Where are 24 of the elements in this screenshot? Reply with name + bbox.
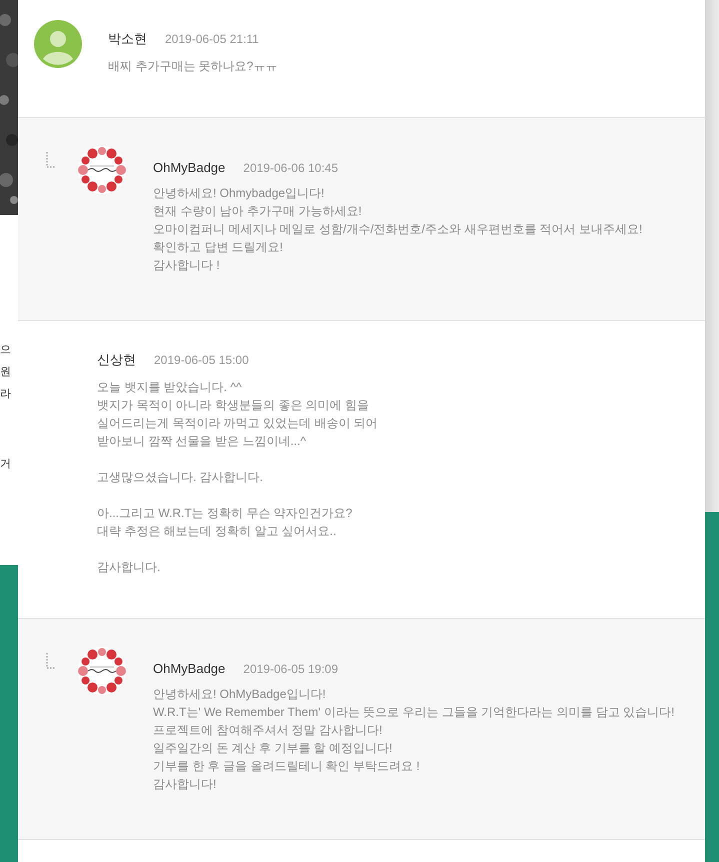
comment-date: 2019-06-05 19:09 [243,662,338,676]
wreath-avatar-icon [78,647,126,695]
author-name: OhMyBadge [153,661,226,676]
author-name: OhMyBadge [153,160,226,175]
comment-text: 감사합니다. [97,559,162,576]
cut-text: 거 [0,457,12,471]
cut-text: 원 [0,365,12,379]
cut-text: 으 [0,343,12,357]
author-name: 신상현 [97,351,136,369]
comment-text: 배찌 추가구매는 못하나요?ㅠㅠ [108,58,278,75]
comment-date: 2019-06-06 10:45 [243,161,338,175]
comment-text: 안녕하세요! OhMyBadge입니다! W.R.T는' We Remember Them' 이라는 뜻으로 우리는 그들을 기억한다라는 의미를 담고 있습니다! 프로젝트에 참여해주셔서 정말 감사합니다! 일주일간의 돈 계산 후 기부를 할 예정입니다! 기부를 한 후 글을 올려드릴테니 확인 부탁드려요 ! 감사합니다! [153,686,676,793]
comment-date: 2019-06-05 21:11 [165,32,259,46]
comment-text: 안녕하세요! Ohmybadge입니다! 현재 수량이 남아 추가구매 가능하세요! 오마이컴퍼니 메세지나 메일로 성함/개수/전화번호/주소와 새우편번호를 적어서 보내주세요! 확인하고 답변 드릴게요! 감사합니다 ! [153,185,644,274]
reply-corner-icon [46,653,56,669]
reply-corner-icon [46,152,56,168]
user-avatar-icon [34,20,82,68]
comment-text: 오늘 뱃지를 받았습니다. ^^ 뱃지가 목적이 아니라 학생분들의 좋은 의미에 힘을 실어드리는게 목적이라 까먹고 있었는데 배송이 되어 받아보니 깜짝 선물을 받은 느낌이네...^ [97,379,379,450]
comment-text: 아...그리고 W.R.T는 정확히 무슨 약자인건가요? 대략 추정은 해보는데 정확히 알고 싶어서요.. [97,505,354,540]
cut-text: 라 [0,387,12,401]
comment-date: 2019-06-05 15:00 [154,353,249,367]
wreath-avatar-icon [78,146,126,194]
comment-text: 고생많으셨습니다. 감사합니다. [97,469,264,486]
author-name: 박소현 [108,30,147,48]
